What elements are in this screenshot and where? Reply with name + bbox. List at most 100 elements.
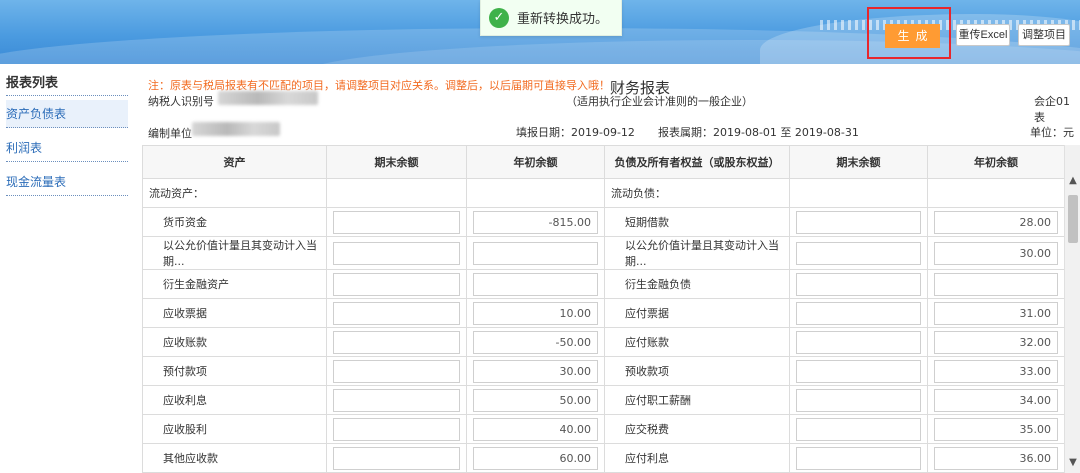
sidebar: 报表列表 资产负债表 利润表 现金流量表	[0, 64, 134, 473]
form-code: 会企01表	[1034, 95, 1070, 124]
fill-date-label: 填报日期：	[516, 126, 571, 139]
liability-item-label: 短期借款	[604, 207, 790, 237]
period-value: 2019-08-01 至 2019-08-31	[713, 126, 859, 139]
amount-input[interactable]	[473, 272, 598, 296]
fill-date: 填报日期：2019-09-12	[516, 124, 635, 140]
value-cell: 31.00	[927, 298, 1064, 328]
redacted-company-name	[192, 122, 280, 136]
amount-input[interactable]: 10.00	[473, 301, 598, 325]
asset-item-label: 应收利息	[142, 385, 327, 415]
amount-input[interactable]	[796, 330, 921, 354]
liability-item-label: 衍生金融负债	[604, 269, 790, 299]
amount-input[interactable]	[333, 388, 460, 412]
amount-input[interactable]	[333, 417, 460, 441]
amount-input[interactable]	[333, 241, 460, 265]
value-cell	[789, 207, 928, 237]
amount-input[interactable]	[796, 359, 921, 383]
amount-input[interactable]	[934, 272, 1058, 296]
fill-date-value: 2019-09-12	[571, 126, 635, 139]
column-header: 期末余额	[326, 145, 467, 179]
table-row: 货币资金 -815.00 短期借款 28.00	[142, 207, 1064, 237]
balance-sheet-table: 资产 期末余额 年初余额 负债及所有者权益（或股东权益） 期末余额 年初余额 流…	[142, 145, 1064, 473]
table-row: 衍生金融资产 衍生金融负债	[142, 269, 1064, 299]
amount-input[interactable]: -50.00	[473, 330, 598, 354]
value-cell	[789, 356, 928, 386]
table-row: 其他应收款 60.00 应付利息 36.00	[142, 443, 1064, 473]
value-cell	[789, 385, 928, 415]
table-row: 应收股利 40.00 应交税费 35.00	[142, 414, 1064, 444]
value-cell: 40.00	[466, 414, 605, 444]
asset-item-label: 流动资产：	[142, 178, 327, 208]
amount-input[interactable]	[796, 301, 921, 325]
amount-input[interactable]	[796, 272, 921, 296]
sidebar-item-income-statement[interactable]: 利润表	[6, 134, 128, 162]
amount-input[interactable]: -815.00	[473, 210, 598, 234]
report-period: 报表属期：2019-08-01 至 2019-08-31	[658, 124, 859, 140]
amount-input[interactable]: 34.00	[934, 388, 1058, 412]
amount-input[interactable]	[333, 210, 460, 234]
amount-input[interactable]: 28.00	[934, 210, 1058, 234]
liability-item-label: 应付职工薪酬	[604, 385, 790, 415]
column-header: 年初余额	[466, 145, 605, 179]
asset-item-label: 预付款项	[142, 356, 327, 386]
amount-input[interactable]	[333, 330, 460, 354]
success-toast: ✓ 重新转换成功。	[480, 0, 622, 36]
column-header: 负债及所有者权益（或股东权益）	[604, 145, 790, 179]
amount-input[interactable]: 35.00	[934, 417, 1058, 441]
amount-input[interactable]: 50.00	[473, 388, 598, 412]
table-row: 应收利息 50.00 应付职工薪酬 34.00	[142, 385, 1064, 415]
amount-input[interactable]	[796, 417, 921, 441]
amount-input[interactable]	[796, 210, 921, 234]
sidebar-item-cash-flow[interactable]: 现金流量表	[6, 168, 128, 196]
value-cell: 50.00	[466, 385, 605, 415]
report-subtitle: （适用执行企业会计准则的一般企业）	[566, 95, 753, 108]
value-cell	[326, 443, 467, 473]
amount-input[interactable]: 32.00	[934, 330, 1058, 354]
column-header: 年初余额	[927, 145, 1064, 179]
amount-input[interactable]: 31.00	[934, 301, 1058, 325]
amount-input[interactable]	[796, 241, 921, 265]
unit-label: 单位：元	[1030, 126, 1074, 139]
liability-item-label: 以公允价值计量且其变动计入当期...	[604, 236, 790, 270]
scrollbar-thumb[interactable]	[1068, 195, 1078, 243]
scroll-up-icon[interactable]: ▲	[1065, 173, 1080, 189]
amount-input[interactable]: 30.00	[473, 359, 598, 383]
table-row: 流动资产： 流动负债：	[142, 178, 1064, 208]
asset-item-label: 衍生金融资产	[142, 269, 327, 299]
divider	[6, 95, 128, 96]
table-row: 应收票据 10.00 应付票据 31.00	[142, 298, 1064, 328]
vertical-scrollbar[interactable]: ▲ ▼	[1064, 145, 1080, 473]
check-circle-icon: ✓	[489, 7, 509, 28]
value-cell	[326, 207, 467, 237]
value-cell	[466, 236, 605, 270]
amount-input[interactable]: 33.00	[934, 359, 1058, 383]
amount-input[interactable]: 30.00	[934, 241, 1058, 265]
adjust-items-button[interactable]: 调整项目	[1018, 24, 1070, 46]
reupload-excel-button[interactable]: 重传Excel	[956, 24, 1010, 46]
amount-input[interactable]	[796, 388, 921, 412]
amount-input[interactable]	[333, 301, 460, 325]
amount-input[interactable]: 60.00	[473, 446, 598, 470]
amount-input[interactable]: 40.00	[473, 417, 598, 441]
scroll-down-icon[interactable]: ▼	[1065, 455, 1080, 471]
table-row: 以公允价值计量且其变动计入当期... 以公允价值计量且其变动计入当期... 30.0…	[142, 236, 1064, 270]
amount-input[interactable]	[473, 241, 598, 265]
amount-input[interactable]	[796, 446, 921, 470]
taxpayer-id-label: 纳税人识别号	[148, 95, 214, 108]
value-cell: 33.00	[927, 356, 1064, 386]
amount-input[interactable]: 36.00	[934, 446, 1058, 470]
value-cell: 28.00	[927, 207, 1064, 237]
value-cell: -50.00	[466, 327, 605, 357]
value-cell	[789, 298, 928, 328]
amount-input[interactable]	[333, 359, 460, 383]
generate-button[interactable]: 生成	[885, 24, 940, 48]
column-header: 资产	[142, 145, 327, 179]
liability-item-label: 应付利息	[604, 443, 790, 473]
value-cell	[326, 356, 467, 386]
sidebar-item-balance-sheet[interactable]: 资产负债表	[6, 100, 128, 128]
asset-item-label: 其他应收款	[142, 443, 327, 473]
amount-input[interactable]	[333, 272, 460, 296]
empty-cell	[789, 178, 928, 208]
empty-cell	[927, 178, 1064, 208]
amount-input[interactable]	[333, 446, 460, 470]
